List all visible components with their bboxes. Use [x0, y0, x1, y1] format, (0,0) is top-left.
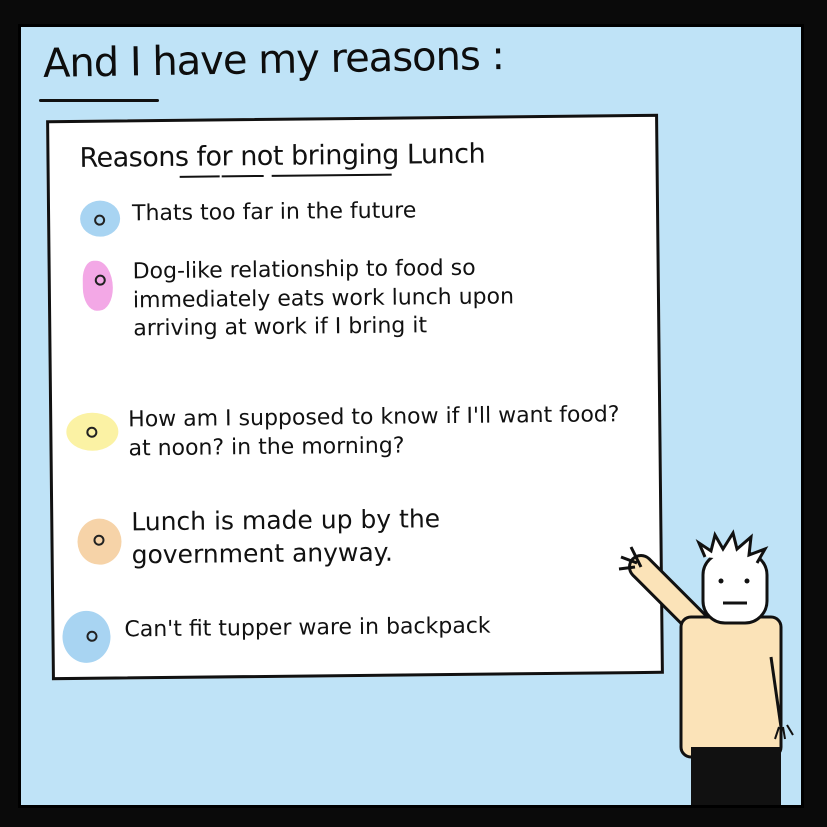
reason-4-bullet	[93, 534, 105, 546]
title-underline-bringing	[271, 173, 392, 177]
reason-3-text: How am I supposed to know if I'll want f…	[128, 402, 620, 461]
reason-2-color-blob	[82, 260, 114, 311]
board-title: Reasons for not bringing Lunch	[79, 138, 486, 174]
reason-1-bullet	[94, 214, 106, 226]
legs	[691, 747, 781, 805]
reason-5-bullet	[86, 630, 98, 642]
title-underline-for	[179, 175, 220, 178]
reason-1-text: Thats too far in the future	[131, 198, 417, 227]
title-underline-not	[221, 174, 264, 178]
reason-2-text: Dog-like relationship to food so immedia…	[132, 255, 515, 342]
right-eye	[744, 578, 750, 584]
reason-4-text: Lunch is made up by the government anywa…	[131, 504, 441, 569]
head	[701, 551, 769, 625]
stick-figure-presenter	[618, 529, 794, 805]
comic-panel: And I have my reasons : Reasons for not …	[18, 24, 804, 808]
whiteboard: Reasons for not bringing Lunch Thats too…	[46, 113, 664, 681]
left-eye	[718, 578, 724, 584]
shirt	[679, 615, 783, 759]
reason-2-bullet	[94, 274, 106, 286]
caption-underline	[39, 99, 159, 102]
caption-text: And I have my reasons :	[42, 32, 505, 88]
reason-3-bullet	[86, 426, 98, 438]
reason-5-text: Can't fit tupper ware in backpack	[124, 613, 491, 643]
